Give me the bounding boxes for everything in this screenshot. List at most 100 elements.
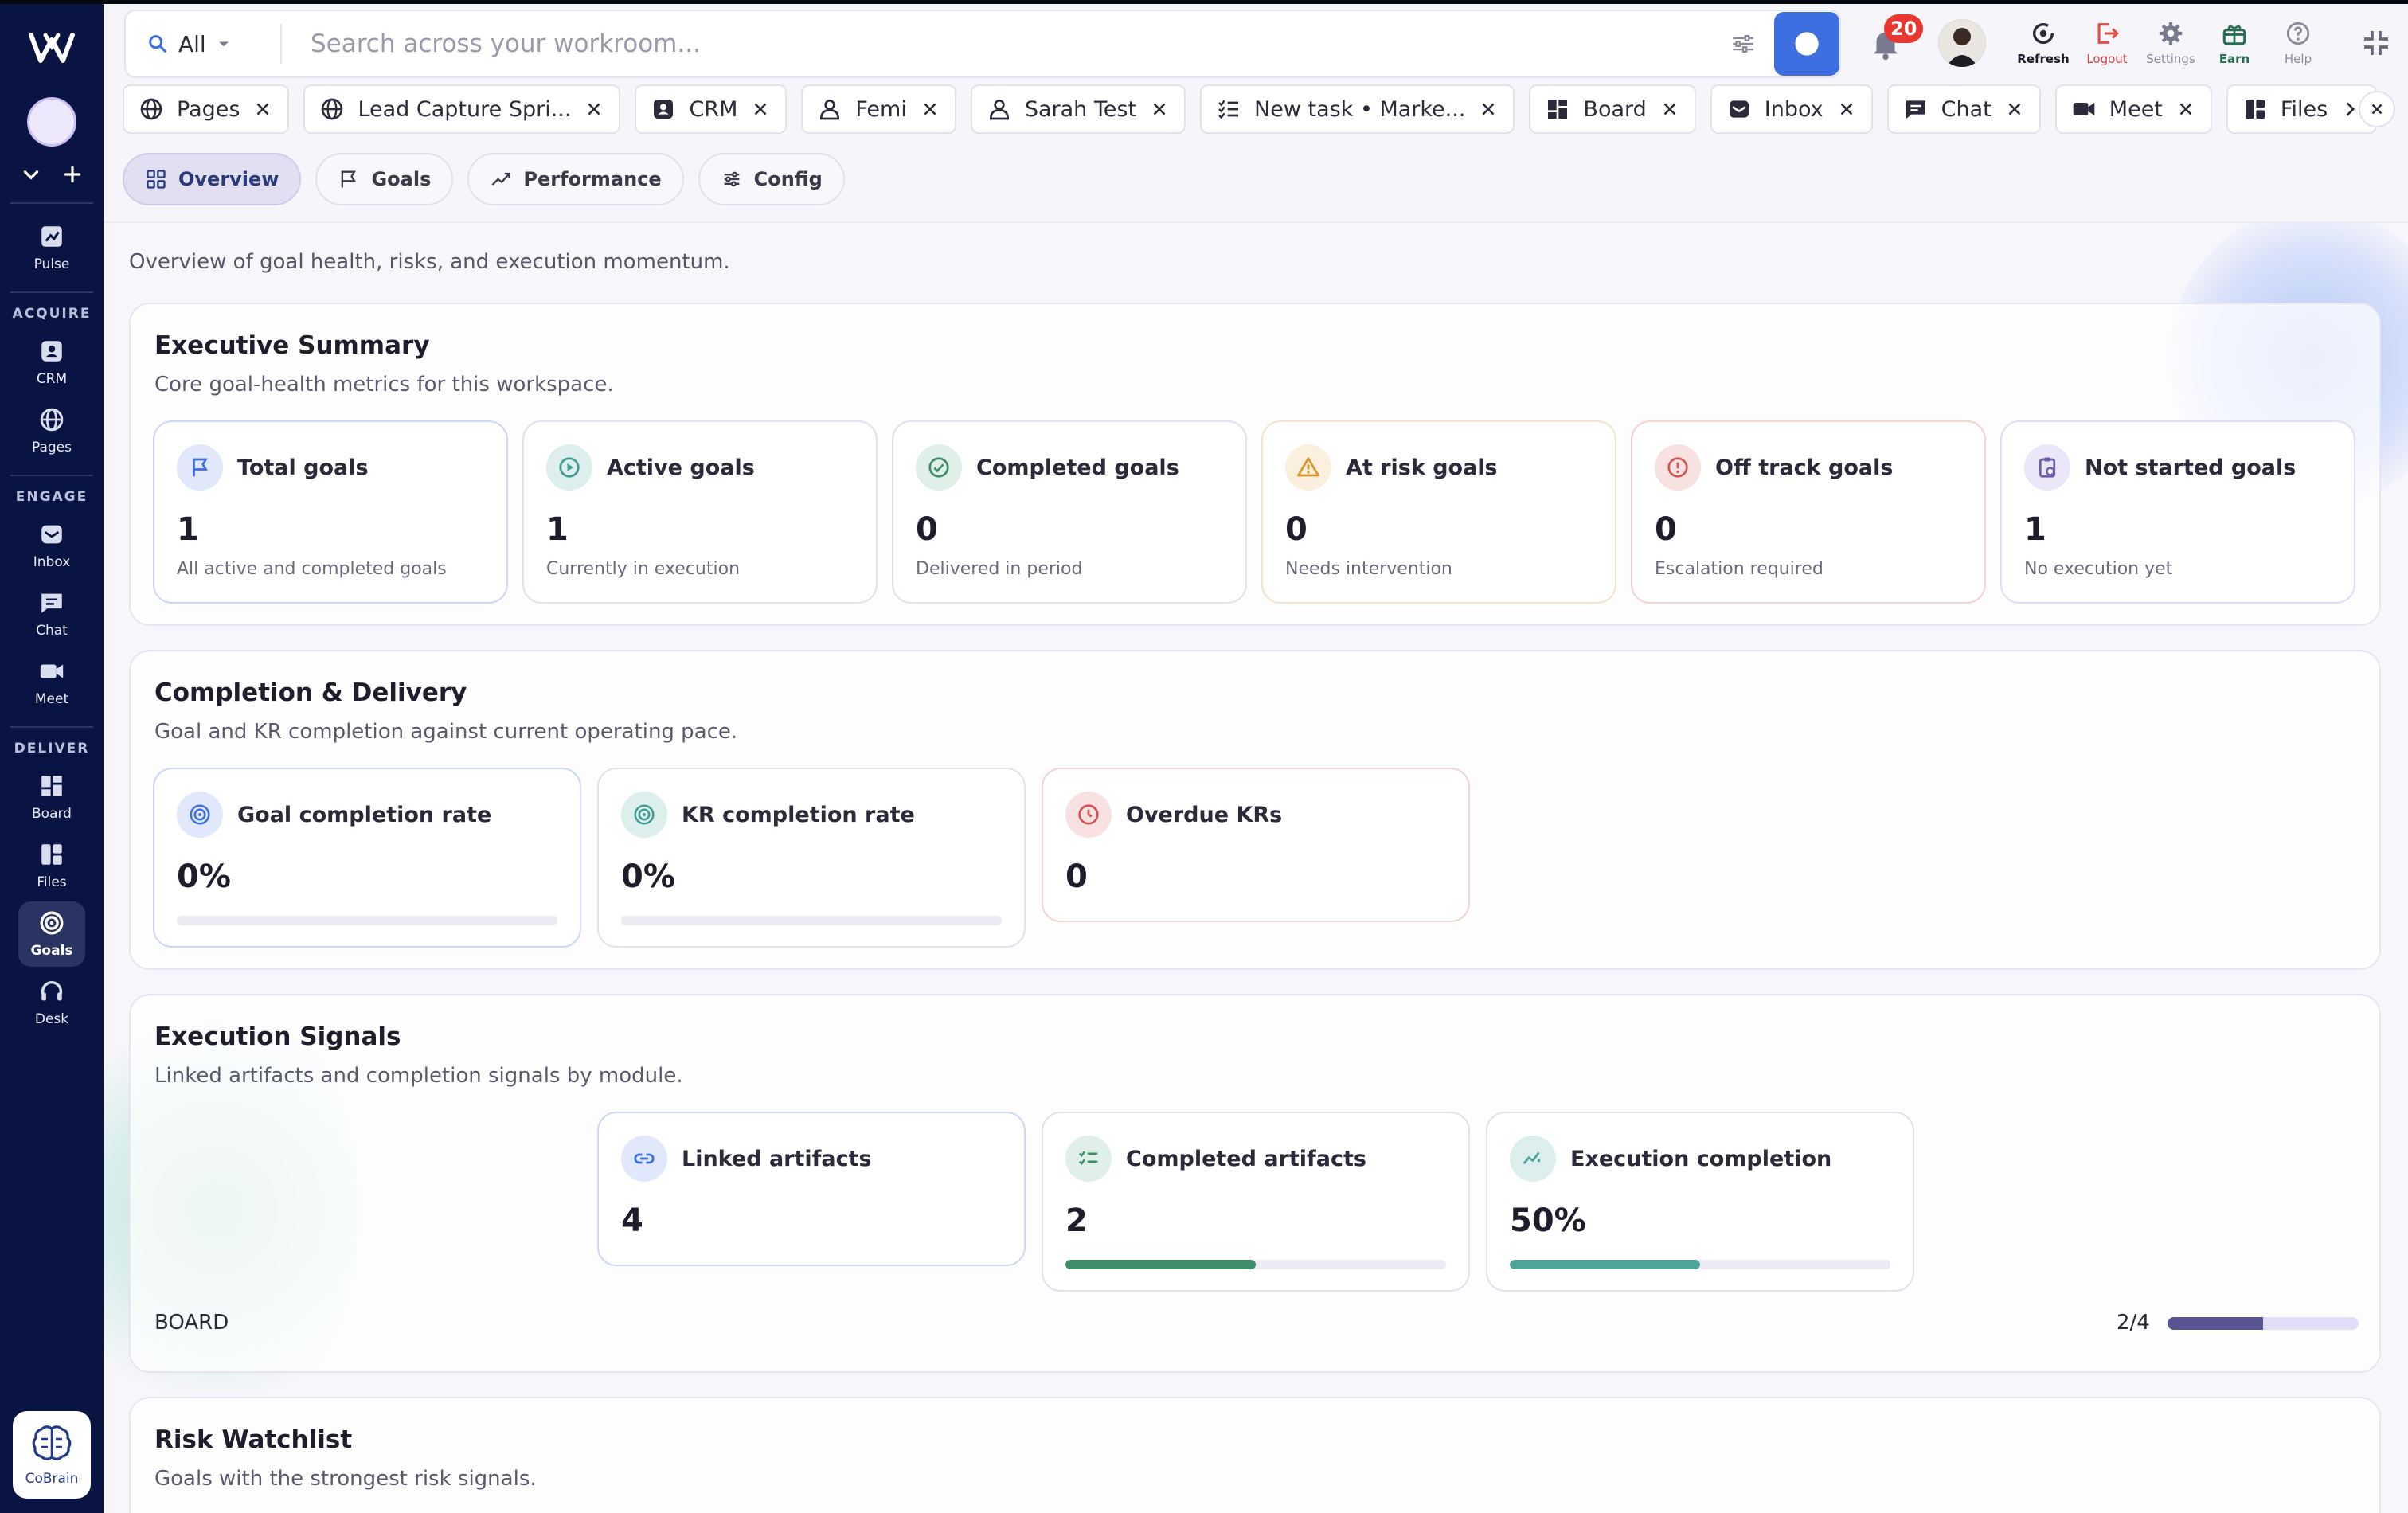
close-icon[interactable] <box>252 99 273 119</box>
sidebar-item-desk[interactable]: Desk <box>18 970 85 1035</box>
global-search: All Search across your workroom... <box>124 10 1841 78</box>
notifications-button[interactable]: 20 <box>1862 11 1924 75</box>
metric-card-execution-completion[interactable]: Execution completion 50% <box>1486 1112 1914 1292</box>
metric-card-total-goals[interactable]: Total goals 1 All active and completed g… <box>153 420 508 604</box>
sidebar: Pulse ACQUIRE CRM Pages ENGAGE Inbox Cha… <box>0 0 104 1513</box>
tab-overview[interactable]: Overview <box>123 153 302 205</box>
tab-label: Goals <box>371 168 432 190</box>
link-icon <box>621 1136 667 1182</box>
sparkline-icon <box>1510 1136 1556 1182</box>
card-value: 1 <box>177 511 199 548</box>
gift-icon <box>2222 25 2246 45</box>
card-title: Completed artifacts <box>1126 1146 1366 1171</box>
section-title: Completion & Delivery <box>154 678 467 707</box>
app-logo[interactable] <box>28 29 76 67</box>
metric-card-active-goals[interactable]: Active goals 1 Currently in execution <box>522 420 878 604</box>
refresh-button[interactable]: Refresh <box>2013 20 2074 66</box>
close-icon[interactable] <box>920 99 940 119</box>
metric-card-linked-artifacts[interactable]: Linked artifacts 4 <box>597 1112 1026 1266</box>
earn-button[interactable]: Earn <box>2204 20 2265 66</box>
close-icon[interactable] <box>1836 99 1857 119</box>
flag-icon <box>342 170 357 188</box>
tab-goals[interactable]: Goals <box>315 153 454 205</box>
search-submit-button[interactable] <box>1774 12 1839 76</box>
kr-completion-progress <box>621 916 1002 925</box>
metric-card-off-track-goals[interactable]: Off track goals 0 Escalation required <box>1631 420 1986 604</box>
settings-button[interactable]: Settings <box>2140 20 2201 66</box>
search-input[interactable]: Search across your workroom... <box>311 29 1730 58</box>
tab-config[interactable]: Config <box>698 153 845 205</box>
sidebar-item-goals[interactable]: Goals <box>18 901 85 967</box>
goal-completion-progress <box>177 916 557 925</box>
add-workspace-icon[interactable] <box>62 164 83 185</box>
tab-files[interactable]: Files <box>2226 84 2378 134</box>
clipboard-icon <box>2024 444 2070 491</box>
page-description: Overview of goal health, risks, and exec… <box>129 250 730 274</box>
tab-crm[interactable]: CRM <box>635 84 788 134</box>
sidebar-item-label: Desk <box>34 1011 69 1027</box>
metric-card-kr-completion-rate[interactable]: KR completion rate 0% <box>597 768 1026 948</box>
tab-sarah-test[interactable]: Sarah Test <box>970 84 1186 134</box>
refresh-label: Refresh <box>2017 52 2070 66</box>
metric-card-completed-goals[interactable]: Completed goals 0 Delivered in period <box>892 420 1247 604</box>
sidebar-item-pulse[interactable]: Pulse <box>18 215 85 280</box>
sliders-icon <box>724 171 739 187</box>
sidebar-item-files[interactable]: Files <box>18 833 85 898</box>
chevron-down-icon[interactable] <box>21 164 41 185</box>
metric-card-not-started-goals[interactable]: Not started goals 1 No execution yet <box>2000 420 2355 604</box>
module-tabs: Overview Goals Performance Config <box>123 153 845 205</box>
tab-board[interactable]: Board <box>1529 84 1696 134</box>
sidebar-item-chat[interactable]: Chat <box>18 581 85 647</box>
close-icon[interactable] <box>1149 99 1170 119</box>
card-subtitle: Escalation required <box>1655 559 1824 579</box>
tab-chat[interactable]: Chat <box>1886 84 2041 134</box>
sidebar-item-meet[interactable]: Meet <box>18 650 85 715</box>
filter-icon[interactable] <box>1730 30 1757 57</box>
card-title: Active goals <box>607 455 755 480</box>
close-icon[interactable] <box>1659 99 1680 119</box>
help-button[interactable]: Help <box>2268 20 2328 66</box>
module-progress <box>2168 1317 2359 1330</box>
close-icon[interactable] <box>584 99 604 119</box>
tab-performance[interactable]: Performance <box>467 153 684 205</box>
card-title: Completed goals <box>976 455 1179 480</box>
search-scope-select[interactable]: All <box>126 24 282 64</box>
tab-lead-capture[interactable]: Lead Capture Spri... <box>303 84 621 134</box>
sidebar-item-board[interactable]: Board <box>18 764 85 830</box>
cobrain-button[interactable]: CoBrain <box>13 1411 91 1499</box>
card-value: 1 <box>546 511 569 548</box>
sidebar-item-pages[interactable]: Pages <box>18 398 85 463</box>
collapse-icon[interactable] <box>2360 27 2392 59</box>
search-scope-label: All <box>178 30 206 57</box>
headset-icon <box>41 981 63 1001</box>
card-value: 4 <box>621 1202 643 1239</box>
card-value: 0 <box>1065 858 1088 895</box>
sidebar-item-label: Pulse <box>33 256 70 272</box>
logout-button[interactable]: Logout <box>2077 20 2137 66</box>
close-icon[interactable] <box>2004 99 2025 119</box>
chat-icon <box>41 593 62 613</box>
completed-artifacts-progress <box>1065 1260 1446 1269</box>
tab-inbox[interactable]: Inbox <box>1710 84 1873 134</box>
close-all-tabs-button[interactable] <box>2359 91 2395 127</box>
close-icon[interactable] <box>2175 99 2196 119</box>
metric-card-overdue-krs[interactable]: Overdue KRs 0 <box>1042 768 1470 922</box>
workspace-avatar[interactable] <box>27 97 76 147</box>
tab-meet[interactable]: Meet <box>2054 84 2212 134</box>
metric-card-completed-artifacts[interactable]: Completed artifacts 2 <box>1042 1112 1470 1292</box>
tab-pages[interactable]: Pages <box>123 84 290 134</box>
sidebar-item-inbox[interactable]: Inbox <box>18 513 85 578</box>
tab-new-task[interactable]: New task • Marke... <box>1200 84 1515 134</box>
user-avatar[interactable] <box>1938 19 1986 67</box>
alert-circle-icon <box>1655 444 1701 491</box>
card-title: Goal completion rate <box>237 802 492 827</box>
close-icon[interactable] <box>750 99 771 119</box>
sidebar-item-label: Meet <box>34 691 69 707</box>
sidebar-item-crm[interactable]: CRM <box>18 330 85 395</box>
metric-card-at-risk-goals[interactable]: At risk goals 0 Needs intervention <box>1261 420 1616 604</box>
tab-femi[interactable]: Femi <box>801 84 956 134</box>
metric-card-goal-completion-rate[interactable]: Goal completion rate 0% <box>153 768 581 948</box>
card-title: Off track goals <box>1715 455 1894 480</box>
tab-label: Performance <box>523 168 662 190</box>
close-icon[interactable] <box>1478 99 1499 119</box>
